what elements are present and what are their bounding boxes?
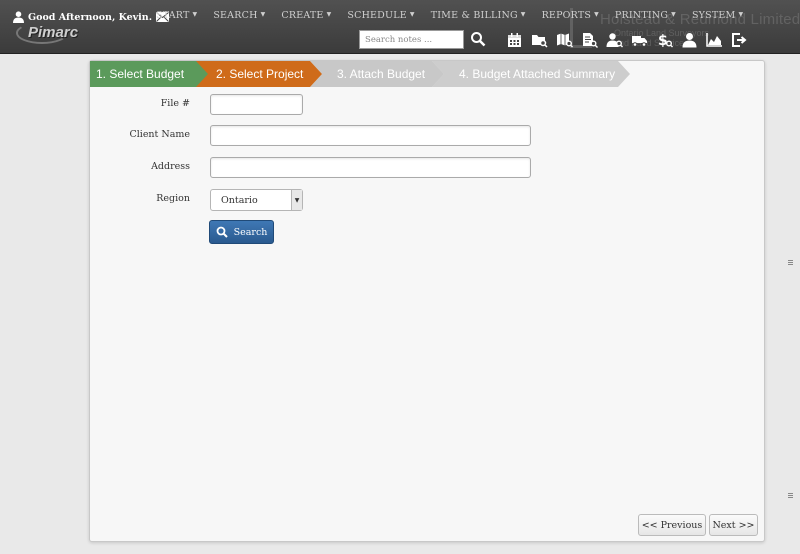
search-button[interactable]: Search <box>209 220 274 244</box>
budget-wizard-panel: 1. Select Budget 2. Select Project 3. At… <box>89 60 765 542</box>
scrollbar-grip-line <box>788 495 793 496</box>
menu-start[interactable]: START ▼ <box>148 10 205 24</box>
wizard-step-select-budget[interactable]: 1. Select Budget <box>90 61 208 87</box>
dollar-search-icon[interactable]: $ <box>655 31 674 49</box>
region-select[interactable]: Ontario ▼ <box>210 189 303 211</box>
scrollbar-grip-line <box>788 262 793 263</box>
menu-time-billing[interactable]: TIME & BILLING ▼ <box>423 10 534 24</box>
chart-icon[interactable] <box>705 31 724 49</box>
wizard-steps: 1. Select Budget 2. Select Project 3. At… <box>90 61 766 87</box>
region-label: Region <box>156 193 190 204</box>
menu-reports[interactable]: REPORTS ▼ <box>534 10 607 24</box>
quick-toolbar: $ <box>505 31 749 49</box>
scrollbar-grip-line <box>788 264 793 265</box>
address-input[interactable] <box>210 157 531 178</box>
address-label: Address <box>151 161 190 172</box>
caret-down-icon: ▼ <box>409 11 415 18</box>
user-icon[interactable] <box>680 31 699 49</box>
caret-down-icon: ▼ <box>192 11 198 18</box>
region-selected-value: Ontario <box>221 195 258 206</box>
wizard-step-budget-attached-summary[interactable]: 4. Budget Attached Summary <box>430 61 630 87</box>
search-notes-input[interactable] <box>359 30 464 49</box>
menu-system-label: SYSTEM <box>691 10 736 21</box>
document-search-icon[interactable] <box>580 31 599 49</box>
folder-search-icon[interactable] <box>530 31 549 49</box>
scrollbar-grip-line <box>788 260 793 261</box>
search-icon <box>216 226 228 238</box>
map-search-icon[interactable] <box>555 31 574 49</box>
wizard-step-label: 1. Select Budget <box>96 67 185 81</box>
user-icon <box>13 11 24 23</box>
client-name-label: Client Name <box>129 129 190 140</box>
menu-create-label: CREATE <box>281 10 324 21</box>
menu-start-label: START <box>156 10 190 21</box>
scrollbar-grip-line <box>788 493 793 494</box>
menu-time-billing-label: TIME & BILLING <box>430 10 518 21</box>
page-scrollbar[interactable] <box>782 54 800 554</box>
caret-down-icon: ▼ <box>326 11 332 18</box>
menu-create[interactable]: CREATE ▼ <box>273 10 339 24</box>
wizard-step-select-project[interactable]: 2. Select Project <box>194 61 322 87</box>
previous-button[interactable]: << Previous <box>638 514 706 536</box>
svg-text:$: $ <box>658 33 668 48</box>
caret-down-icon: ▼ <box>260 11 266 18</box>
caret-down-icon: ▼ <box>594 11 599 18</box>
user-search-icon[interactable] <box>605 31 624 49</box>
caret-down-icon: ▼ <box>520 11 526 18</box>
client-name-input[interactable] <box>210 125 531 146</box>
menu-printing[interactable]: PRINTING ▼ <box>607 10 684 24</box>
wizard-step-label: 2. Select Project <box>216 67 304 81</box>
app-logo[interactable]: Pimarc <box>28 24 78 41</box>
search-button-label: Search <box>233 226 268 238</box>
menu-search[interactable]: SEARCH ▼ <box>205 10 273 24</box>
menu-printing-label: PRINTING <box>614 10 669 21</box>
top-navbar: Holstead & Redmond Limited Ontario Land … <box>0 0 800 54</box>
menu-schedule[interactable]: SCHEDULE ▼ <box>339 10 422 24</box>
menu-schedule-label: SCHEDULE <box>347 10 407 21</box>
next-button[interactable]: Next >> <box>709 514 758 536</box>
scrollbar-grip-line <box>788 497 793 498</box>
truck-icon[interactable] <box>630 31 649 49</box>
wizard-step-label: 3. Attach Budget <box>337 67 426 81</box>
file-number-input[interactable] <box>210 94 303 115</box>
greeting-text: Good Afternoon, Kevin. <box>28 11 153 23</box>
wizard-step-attach-budget[interactable]: 3. Attach Budget <box>308 61 444 87</box>
caret-down-icon: ▼ <box>671 11 676 18</box>
menu-system[interactable]: SYSTEM ▼ <box>684 10 751 24</box>
menu-reports-label: REPORTS <box>541 10 592 21</box>
search-icon[interactable] <box>470 31 486 47</box>
main-menu: START ▼ SEARCH ▼ CREATE ▼ SCHEDULE ▼ TIME & … <box>148 10 751 24</box>
caret-down-icon: ▼ <box>738 11 744 18</box>
file-number-label: File # <box>160 98 190 109</box>
logout-icon[interactable] <box>730 31 749 49</box>
menu-search-label: SEARCH <box>213 10 258 21</box>
calendar-icon[interactable] <box>505 31 524 49</box>
wizard-step-label: 4. Budget Attached Summary <box>459 67 616 81</box>
chevron-down-icon[interactable]: ▼ <box>291 190 302 210</box>
